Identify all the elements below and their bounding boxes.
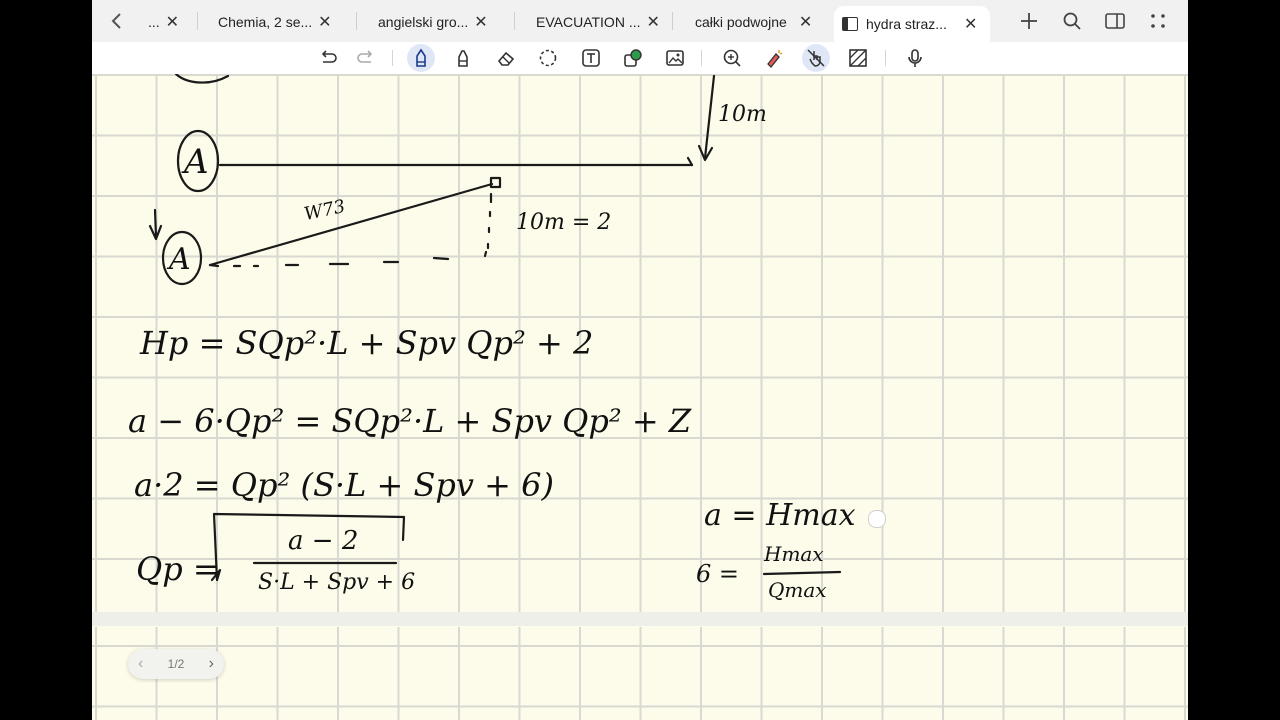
tab-3[interactable]: angielski gro... ✕ xyxy=(378,6,504,38)
lasso-icon[interactable] xyxy=(534,44,562,72)
equation-4-denominator: S·L + Spv + 6 xyxy=(258,570,416,595)
label-top-height: 10m xyxy=(718,102,767,127)
close-icon[interactable]: ✕ xyxy=(647,12,660,32)
eraser-cursor-icon xyxy=(868,510,886,528)
close-icon[interactable]: ✕ xyxy=(318,12,331,32)
label-a-top: A xyxy=(184,142,209,182)
tab-label: angielski gro... xyxy=(378,14,469,30)
close-icon[interactable]: ✕ xyxy=(166,12,179,32)
tab-label: hydra straz... xyxy=(866,16,947,32)
equation-4-lhs: Qp = xyxy=(136,550,220,588)
split-view-icon[interactable] xyxy=(1098,6,1132,36)
text-box-icon[interactable] xyxy=(577,44,605,72)
image-icon[interactable] xyxy=(661,44,689,72)
tab-5[interactable]: całki podwojne ✕ xyxy=(695,6,841,38)
notebook-icon xyxy=(842,17,858,31)
undo-icon[interactable] xyxy=(315,44,343,72)
equation-1: Hp = SQp²·L + Spv Qp² + 2 xyxy=(140,324,594,362)
close-icon[interactable]: ✕ xyxy=(964,14,977,34)
shapes-icon[interactable] xyxy=(619,44,647,72)
laser-pointer-icon[interactable] xyxy=(760,44,788,72)
previous-page-icon[interactable]: ‹ xyxy=(138,655,143,673)
tab-2[interactable]: Chemia, 2 se... ✕ xyxy=(218,6,344,38)
close-icon[interactable]: ✕ xyxy=(799,12,812,32)
new-tab-plus-icon[interactable] xyxy=(1012,6,1046,36)
pattern-icon[interactable] xyxy=(844,44,872,72)
equation-3: a·2 = Qp² (S·L + Spv + 6) xyxy=(134,466,554,504)
note-b-lhs: 6 = xyxy=(696,560,740,588)
tab-label: ... xyxy=(148,14,160,30)
equation-2: a − 6·Qp² = SQp²·L + Spv Qp² + Z xyxy=(128,402,692,440)
touch-write-icon[interactable] xyxy=(802,44,830,72)
grid-paper-page-2 xyxy=(92,627,1188,720)
highlighter-icon[interactable] xyxy=(449,44,477,72)
note-b-numerator: Hmax xyxy=(764,542,824,566)
tab-1[interactable]: ... ✕ xyxy=(148,6,218,38)
toolbar-divider xyxy=(885,50,886,66)
equation-4-numerator: a − 2 xyxy=(288,526,359,556)
tab-divider xyxy=(514,12,515,30)
redo-icon[interactable] xyxy=(351,44,379,72)
tab-6-active[interactable]: hydra straz... ✕ xyxy=(834,6,990,42)
back-chevron-icon[interactable] xyxy=(102,6,132,36)
label-bottom-height: 10m = 2 xyxy=(516,210,612,235)
microphone-icon[interactable] xyxy=(901,44,929,72)
tab-divider xyxy=(672,12,673,30)
drawing-toolbar xyxy=(92,42,1188,75)
tab-label: całki podwojne xyxy=(695,14,787,30)
page-indicator: 1/2 xyxy=(167,657,185,671)
note-b-denominator: Qmax xyxy=(768,578,827,602)
note-page[interactable]: A A 10m W73 10m = 2 Hp = SQp²·L + Spv Qp… xyxy=(92,74,1188,720)
tab-divider xyxy=(197,12,198,30)
eraser-icon[interactable] xyxy=(492,44,520,72)
search-icon[interactable] xyxy=(1055,6,1089,36)
tab-bar: ... ✕ Chemia, 2 se... ✕ angielski gro...… xyxy=(92,0,1188,42)
tab-label: EVACUATION ... xyxy=(536,14,641,30)
tab-4[interactable]: EVACUATION ... ✕ xyxy=(536,6,662,38)
toolbar-divider xyxy=(392,50,393,66)
note-a-equals-hmax: a = Hmax xyxy=(704,498,856,533)
label-a-bottom: A xyxy=(169,242,191,277)
page-break xyxy=(92,612,1188,626)
next-page-icon[interactable]: › xyxy=(209,655,214,673)
page-navigator: ‹ 1/2 › xyxy=(128,649,224,679)
tab-divider xyxy=(356,12,357,30)
zoom-icon[interactable] xyxy=(718,44,746,72)
note-app: ... ✕ Chemia, 2 se... ✕ angielski gro...… xyxy=(92,0,1188,720)
close-icon[interactable]: ✕ xyxy=(474,12,487,32)
more-dots-icon[interactable] xyxy=(1141,6,1175,36)
toolbar-divider xyxy=(701,50,702,66)
tab-label: Chemia, 2 se... xyxy=(218,14,313,30)
pen-icon[interactable] xyxy=(407,44,435,72)
